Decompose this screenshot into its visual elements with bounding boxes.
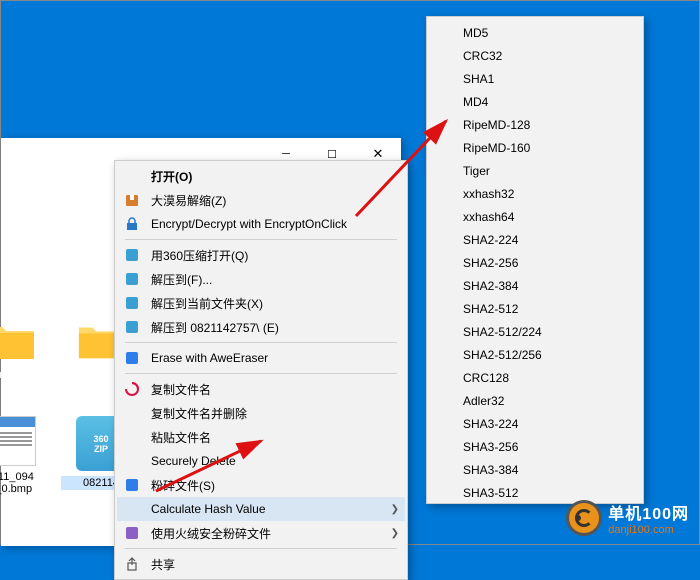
- folder-label: rnals: [0, 369, 51, 381]
- zip-text1: 360: [93, 434, 108, 444]
- hash-crc128[interactable]: CRC128: [429, 366, 641, 389]
- hash-sha2-512[interactable]: SHA2-512: [429, 297, 641, 320]
- zip-text2: ZIP: [94, 444, 108, 454]
- menu-encrypt-decrypt[interactable]: Encrypt/Decrypt with EncryptOnClick: [117, 212, 405, 236]
- menu-paste-filename[interactable]: 粘贴文件名: [117, 425, 405, 449]
- menu-label: 粘贴文件名: [151, 429, 211, 446]
- menu-extract-current[interactable]: 解压到当前文件夹(X): [117, 291, 405, 315]
- separator: [125, 548, 397, 549]
- menu-securely-delete[interactable]: Securely Delete: [117, 449, 405, 473]
- menu-share[interactable]: 共享: [117, 552, 405, 576]
- hash-sha2-512-224[interactable]: SHA2-512/224: [429, 320, 641, 343]
- zip360-icon: [123, 294, 141, 312]
- menu-label: 用360压缩打开(Q): [151, 247, 248, 264]
- lock-icon: [123, 215, 141, 233]
- zip360-icon: [123, 246, 141, 264]
- watermark: 单机100网 danji100.com: [566, 500, 689, 536]
- hash-md4[interactable]: MD4: [429, 90, 641, 113]
- watermark-en: danji100.com: [608, 524, 689, 536]
- hash-sha2-512-256[interactable]: SHA2-512/256: [429, 343, 641, 366]
- hash-ripemd160[interactable]: RipeMD-160: [429, 136, 641, 159]
- menu-label: 粉碎文件(S): [151, 477, 215, 494]
- separator: [125, 239, 397, 240]
- eraser-icon: [123, 349, 141, 367]
- menu-calculate-hash[interactable]: Calculate Hash Value ❯: [117, 497, 405, 521]
- copy-icon: [123, 380, 141, 398]
- menu-shred-files[interactable]: 粉碎文件(S): [117, 473, 405, 497]
- hash-md5[interactable]: MD5: [429, 21, 641, 44]
- hash-sha2-224[interactable]: SHA2-224: [429, 228, 641, 251]
- file-bmp[interactable]: 9-11_094 k_0.bmp: [0, 416, 51, 495]
- blank-icon: [123, 500, 141, 518]
- hash-tiger[interactable]: Tiger: [429, 159, 641, 182]
- menu-label: 使用火绒安全粉碎文件: [151, 525, 271, 542]
- hash-xxhash32[interactable]: xxhash32: [429, 182, 641, 205]
- menu-label: 复制文件名: [151, 381, 211, 398]
- blank-icon: [123, 404, 141, 422]
- bmp-label2: k_0.bmp: [0, 483, 51, 495]
- menu-open-360[interactable]: 用360压缩打开(Q): [117, 243, 405, 267]
- menu-extract-to[interactable]: 解压到(F)...: [117, 267, 405, 291]
- hash-sha3-384[interactable]: SHA3-384: [429, 458, 641, 481]
- chevron-right-icon: ❯: [391, 504, 399, 515]
- menu-copy-filename[interactable]: 复制文件名: [117, 377, 405, 401]
- menu-label: Calculate Hash Value: [151, 502, 266, 516]
- bmp-label1: 9-11_094: [0, 471, 51, 483]
- zip360-icon: [123, 318, 141, 336]
- huorong-icon: [123, 524, 141, 542]
- menu-label: 大漠易解缩(Z): [151, 192, 226, 209]
- blank-icon: [123, 167, 141, 185]
- menu-copy-delete[interactable]: 复制文件名并删除: [117, 401, 405, 425]
- menu-huorong-shred[interactable]: 使用火绒安全粉碎文件 ❯: [117, 521, 405, 545]
- hash-sha1[interactable]: SHA1: [429, 67, 641, 90]
- bmp-icon: [0, 416, 36, 466]
- hash-xxhash64[interactable]: xxhash64: [429, 205, 641, 228]
- context-menu: 打开(O) 大漠易解缩(Z) Encrypt/Decrypt with Encr…: [114, 160, 408, 580]
- blank-icon: [123, 452, 141, 470]
- menu-easy-decompress[interactable]: 大漠易解缩(Z): [117, 188, 405, 212]
- hash-submenu: MD5 CRC32 SHA1 MD4 RipeMD-128 RipeMD-160…: [426, 16, 644, 504]
- hash-sha3-224[interactable]: SHA3-224: [429, 412, 641, 435]
- hash-ripemd128[interactable]: RipeMD-128: [429, 113, 641, 136]
- menu-label: 复制文件名并删除: [151, 405, 247, 422]
- share-icon: [123, 555, 141, 573]
- menu-awe-eraser[interactable]: Erase with AweEraser: [117, 346, 405, 370]
- menu-label: 打开(O): [151, 168, 192, 185]
- blank-icon: [123, 428, 141, 446]
- hash-crc32[interactable]: CRC32: [429, 44, 641, 67]
- hash-sha2-256[interactable]: SHA2-256: [429, 251, 641, 274]
- zip360-icon: [123, 270, 141, 288]
- archive-icon: [123, 191, 141, 209]
- separator: [125, 373, 397, 374]
- menu-label: 共享: [151, 556, 175, 573]
- menu-label: Erase with AweEraser: [151, 351, 268, 365]
- chevron-right-icon: ❯: [391, 528, 399, 539]
- menu-label: Securely Delete: [151, 454, 236, 468]
- menu-label: 解压到当前文件夹(X): [151, 295, 263, 312]
- folder-icon: [0, 321, 36, 361]
- folder-journals[interactable]: rnals: [0, 321, 51, 381]
- menu-label: 解压到(F)...: [151, 271, 212, 288]
- watermark-cn: 单机100网: [608, 500, 689, 524]
- menu-label: 解压到 0821142757\ (E): [151, 319, 279, 336]
- hash-adler32[interactable]: Adler32: [429, 389, 641, 412]
- menu-label: Encrypt/Decrypt with EncryptOnClick: [151, 217, 347, 231]
- menu-extract-folder[interactable]: 解压到 0821142757\ (E): [117, 315, 405, 339]
- shred-icon: [123, 476, 141, 494]
- watermark-logo-icon: [566, 500, 602, 536]
- menu-open[interactable]: 打开(O): [117, 164, 405, 188]
- separator: [125, 342, 397, 343]
- hash-sha2-384[interactable]: SHA2-384: [429, 274, 641, 297]
- hash-sha3-256[interactable]: SHA3-256: [429, 435, 641, 458]
